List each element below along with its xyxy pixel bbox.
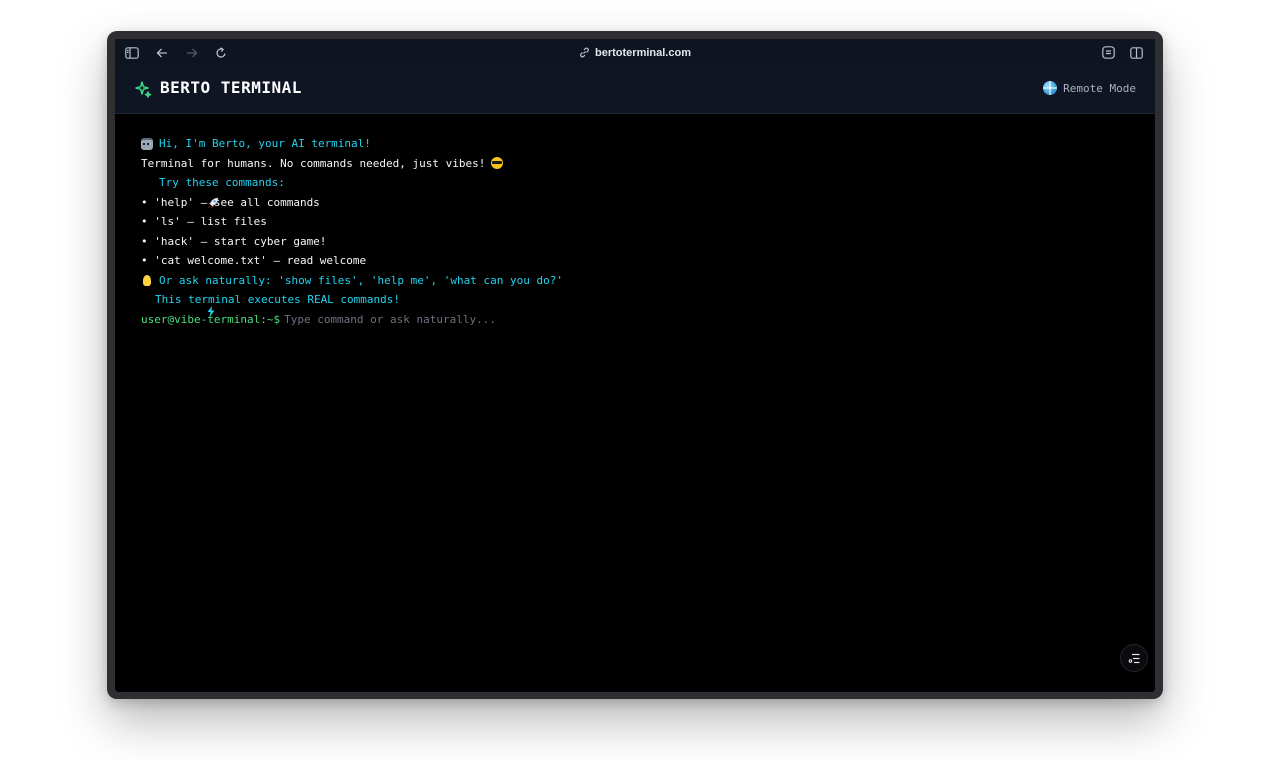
globe-icon	[1043, 81, 1058, 95]
terminal-line: • 'help' – see all commands	[141, 195, 320, 209]
app-header: BERTO TERMINAL Remote Mode	[115, 66, 1155, 114]
link-icon	[579, 47, 590, 58]
sparkle-icon	[134, 80, 152, 98]
rocket-icon	[141, 177, 219, 209]
terminal-line: Try these commands:	[141, 173, 1131, 209]
terminal-app: BERTO TERMINAL Remote Mode Hi, I'm Berto…	[115, 66, 1155, 692]
lightbulb-icon	[143, 274, 151, 286]
remote-mode-indicator[interactable]: Remote Mode	[1043, 81, 1136, 95]
command-input[interactable]	[284, 312, 785, 326]
terminal-line: • 'hack' – start cyber game!	[141, 234, 327, 248]
reader-mode-icon[interactable]	[1101, 45, 1116, 60]
robot-icon	[141, 137, 153, 150]
terminal-line: • 'ls' – list files	[141, 215, 267, 228]
lightning-icon	[141, 294, 215, 317]
mode-label: Remote Mode	[1063, 81, 1136, 95]
url-text: bertoterminal.com	[595, 46, 691, 59]
browser-window: bertoterminal.com BERTO TERMINAL Remote …	[107, 31, 1163, 699]
sunglasses-icon	[491, 157, 504, 170]
command-prompt: user@vibe-terminal:~$	[141, 310, 1131, 330]
sliders-icon	[1128, 653, 1140, 664]
split-view-icon[interactable]	[1129, 45, 1144, 60]
address-bar[interactable]: bertoterminal.com	[115, 39, 1155, 66]
terminal-line: This terminal executes REAL commands!	[141, 290, 1131, 317]
app-title: BERTO TERMINAL	[160, 78, 302, 97]
terminal-line: Hi, I'm Berto, your AI terminal!	[141, 134, 1131, 154]
terminal-output: Hi, I'm Berto, your AI terminal! Termina…	[141, 134, 1131, 329]
terminal-line: Terminal for humans. No commands needed,…	[141, 154, 1131, 174]
browser-toolbar: bertoterminal.com	[115, 39, 1155, 67]
terminal-line: • 'cat welcome.txt' – read welcome	[141, 254, 367, 267]
terminal-line: Or ask naturally: 'show files', 'help me…	[141, 271, 1131, 291]
settings-fab-button[interactable]	[1120, 644, 1148, 672]
